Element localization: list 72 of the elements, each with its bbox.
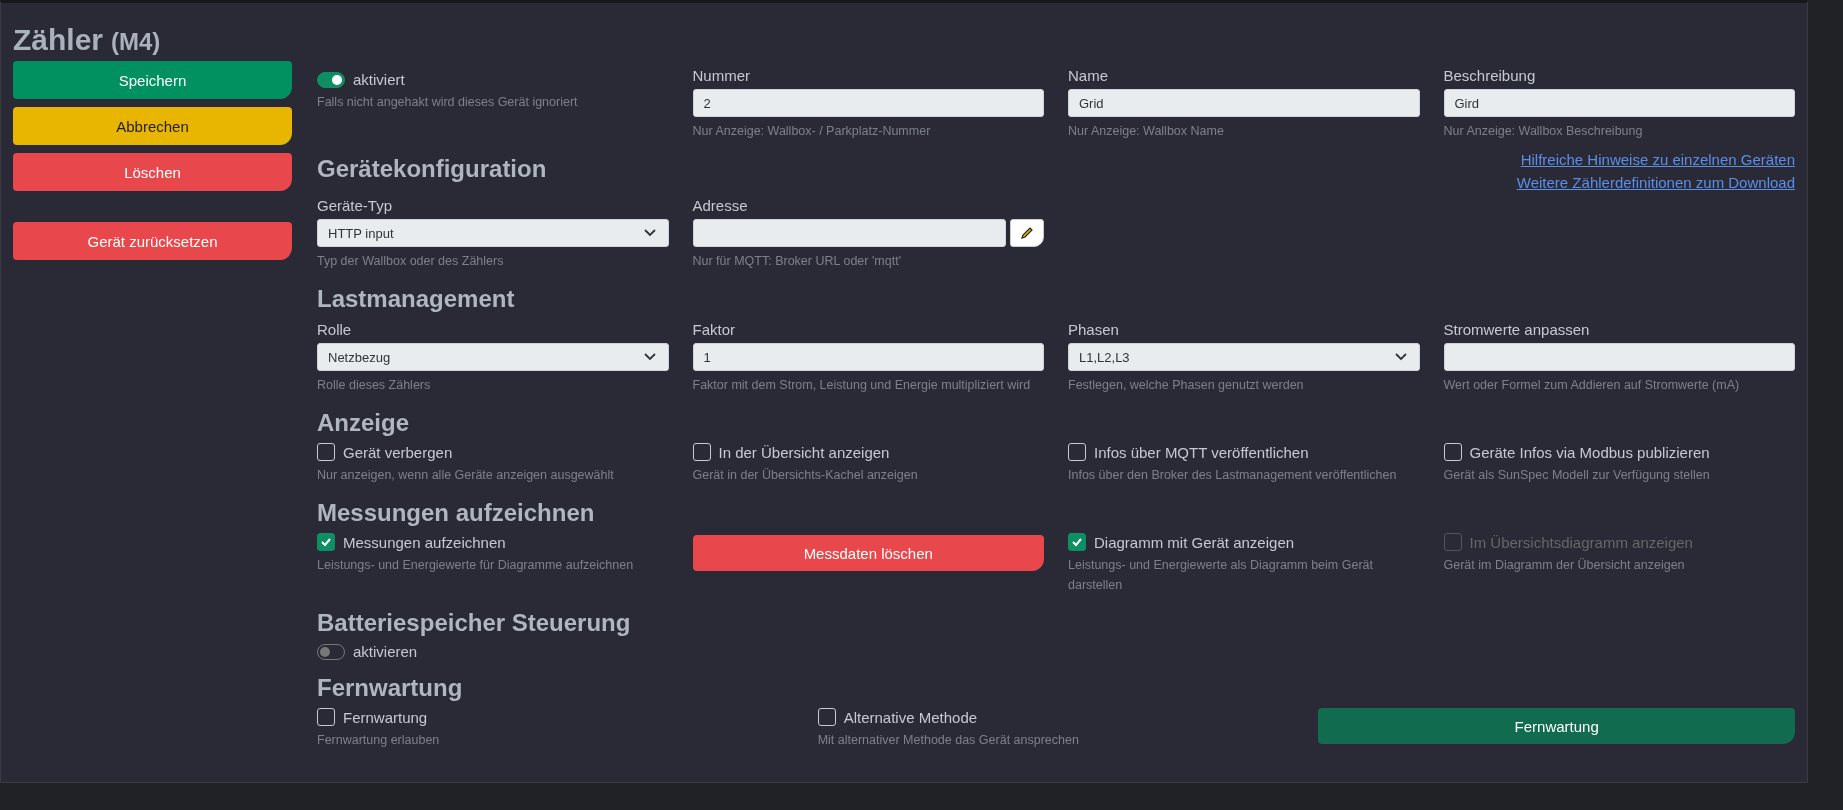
- checkbox-label: Fernwartung: [343, 708, 428, 726]
- hint-text: Rolle dieses Zählers: [317, 377, 432, 394]
- delete-data-button[interactable]: Messdaten löschen: [692, 535, 1044, 571]
- hint-text: Nur Anzeige: Wallbox- / Parkplatz-Nummer: [692, 123, 932, 140]
- field-label: Phasen: [1068, 321, 1120, 338]
- checkbox[interactable]: [1068, 533, 1086, 551]
- input-field[interactable]: Grid: [1068, 89, 1420, 117]
- input-field[interactable]: [1443, 343, 1795, 371]
- section-heading: Lastmanagement: [317, 285, 515, 313]
- checkmark-icon: [1071, 536, 1083, 548]
- field-label: Adresse: [692, 197, 749, 214]
- hint-text: Gerät im Diagramm der Übersicht anzeigen: [1443, 557, 1686, 574]
- toggle-label: aktiviert: [353, 71, 405, 88]
- checkbox-label: Im Übersichtsdiagramm anzeigen: [1469, 533, 1693, 551]
- section-heading: Gerätekonfiguration: [317, 155, 547, 183]
- checkbox-label: Messungen aufzeichnen: [343, 533, 506, 551]
- cancel-button[interactable]: Abbrechen: [13, 107, 292, 145]
- hint-text: Wert oder Formel zum Addieren auf Stromwerte (mA): [1443, 377, 1741, 394]
- section-heading: Messungen aufzeichnen: [317, 499, 595, 527]
- toggle-switch[interactable]: [317, 643, 345, 660]
- field-label: Name: [1068, 67, 1109, 84]
- help-link[interactable]: Hilfreiche Hinweise zu einzelnen Geräten: [1520, 151, 1795, 168]
- save-button[interactable]: Speichern: [13, 61, 292, 99]
- hint-text: Gerät als SunSpec Modell zur Verfügung stellen: [1443, 467, 1711, 484]
- input-field[interactable]: 1: [692, 343, 1044, 371]
- checkbox-label: In der Übersicht anzeigen: [718, 443, 890, 461]
- checkbox-label: Geräte Infos via Modbus publizieren: [1469, 443, 1710, 461]
- field-label: Faktor: [692, 321, 736, 338]
- hint-text: Fernwartung erlauben: [317, 732, 441, 749]
- hint-text: Nur für MQTT: Broker URL oder 'mqtt': [692, 253, 903, 270]
- hint-text: Festlegen, welche Phasen genutzt werden: [1068, 377, 1305, 394]
- hint-text: Leistungs- und Energiewerte für Diagramme aufzeichnen: [317, 557, 635, 574]
- hint-text: Infos über den Broker des Lastmanagement veröffentlichen: [1068, 467, 1398, 484]
- page-title: Zähler: [13, 23, 104, 57]
- edit-button[interactable]: [1010, 219, 1044, 247]
- hint-text: Gerät in der Übersichts-Kachel anzeigen: [692, 467, 919, 484]
- select-field[interactable]: HTTP input: [317, 219, 669, 247]
- remote-button[interactable]: Fernwartung: [1318, 708, 1795, 744]
- toggle-label: aktivieren: [353, 643, 418, 660]
- hint-text: Nur anzeigen, wenn alle Geräte anzeigen ausgewählt: [317, 467, 615, 484]
- field-label: Rolle: [317, 321, 353, 338]
- field-label: Nummer: [692, 67, 751, 84]
- hint-text: Faktor mit dem Strom, Leistung und Energie multipliziert wird: [692, 377, 1032, 394]
- delete-button[interactable]: Löschen: [13, 153, 292, 191]
- field-label: Beschreibung: [1443, 67, 1537, 84]
- hint-text: Mit alternativer Methode das Gerät ansprechen: [817, 732, 1080, 749]
- field-label: Geräte-Typ: [317, 197, 394, 214]
- section-heading: Batteriespeicher Steuerung: [317, 609, 631, 637]
- section-heading: Anzeige: [317, 409, 409, 437]
- reset-button[interactable]: Gerät zurücksetzen: [13, 222, 292, 260]
- hint-text: Nur Anzeige: Wallbox Beschreibung: [1443, 123, 1644, 140]
- select-field[interactable]: Netzbezug: [317, 343, 669, 371]
- pencil-icon: [1019, 225, 1035, 241]
- checkbox[interactable]: [317, 533, 335, 551]
- toggle-switch[interactable]: [317, 71, 345, 88]
- checkbox-label: Diagramm mit Gerät anzeigen: [1094, 533, 1295, 551]
- checkbox-label: Infos über MQTT veröffentlichen: [1094, 443, 1309, 461]
- checkbox-label: Alternative Methode: [843, 708, 978, 726]
- checkbox-label: Gerät verbergen: [343, 443, 453, 461]
- help-link[interactable]: Weitere Zählerdefinitionen zum Download: [1516, 174, 1795, 191]
- hint-text: Typ der Wallbox oder des Zählers: [317, 253, 505, 270]
- input-field[interactable]: Gird: [1443, 89, 1795, 117]
- select-field[interactable]: L1,L2,L3: [1068, 343, 1420, 371]
- hint-text: Leistungs- und Energiewerte als Diagramm beim Gerät darstellen: [1068, 557, 1374, 594]
- hint-text: Falls nicht angehakt wird dieses Gerät ignoriert: [317, 94, 579, 111]
- section-heading: Fernwartung: [317, 674, 463, 702]
- input-field[interactable]: 2: [692, 89, 1044, 117]
- field-label: Stromwerte anpassen: [1443, 321, 1591, 338]
- checkmark-icon: [320, 536, 332, 548]
- title-suffix: (M4): [111, 28, 161, 56]
- input-field[interactable]: [692, 219, 1006, 247]
- hint-text: Nur Anzeige: Wallbox Name: [1068, 123, 1225, 140]
